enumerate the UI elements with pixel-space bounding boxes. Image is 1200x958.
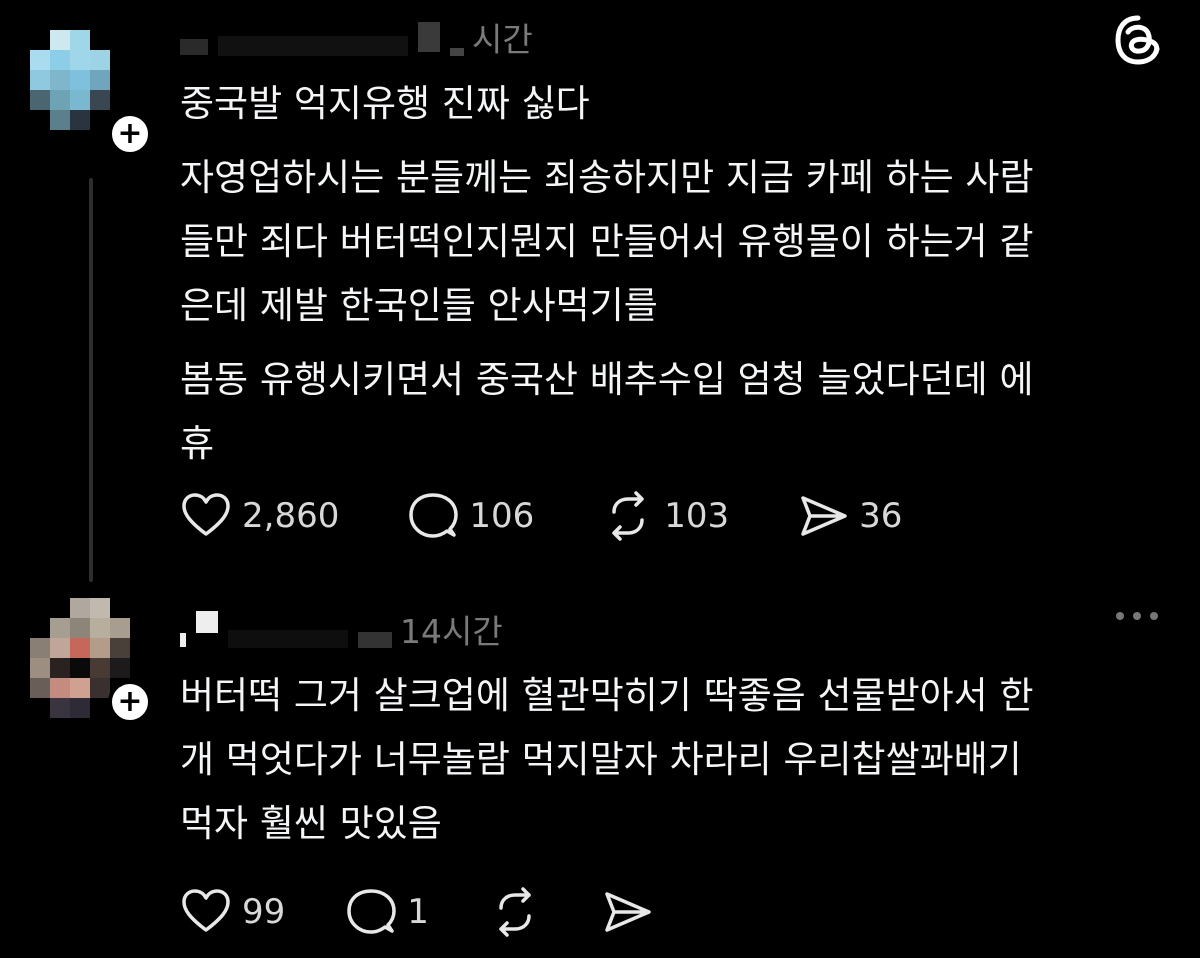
repost-button[interactable] bbox=[489, 886, 541, 938]
thread-post: + 14시간 버터떡 그거 살크업에 혈관막히기 딱좋음 선물받아서 한 개 먹… bbox=[0, 0, 1200, 958]
share-button[interactable] bbox=[601, 886, 653, 938]
like-button[interactable]: 99 bbox=[180, 886, 285, 938]
repost-icon bbox=[499, 887, 531, 937]
text-line: 먹자 훨씬 맛있음 bbox=[180, 802, 442, 845]
follow-plus-button[interactable]: + bbox=[108, 680, 152, 724]
text-line: 개 먹엇다가 너무놀람 먹지말자 차라리 우리찹쌀꽈배기 bbox=[180, 738, 1022, 781]
post-actions: 99 1 bbox=[180, 886, 721, 938]
reply-count: 1 bbox=[407, 892, 429, 932]
avatar-container[interactable]: + bbox=[30, 598, 152, 724]
post-text: 버터떡 그거 살크업에 혈관막히기 딱좋음 선물받아서 한 개 먹엇다가 너무놀… bbox=[180, 664, 1034, 856]
like-count: 99 bbox=[242, 892, 286, 932]
text-line: 버터떡 그거 살크업에 혈관막히기 딱좋음 선물받아서 한 bbox=[180, 674, 1034, 717]
comment-icon bbox=[347, 889, 397, 934]
post-time: 14시간 bbox=[400, 612, 503, 651]
more-options-icon[interactable] bbox=[1116, 612, 1158, 620]
heart-icon bbox=[182, 889, 230, 932]
username[interactable] bbox=[180, 610, 392, 648]
post-meta: 14시간 bbox=[180, 604, 503, 654]
send-icon bbox=[605, 892, 651, 932]
reply-button[interactable]: 1 bbox=[345, 886, 429, 938]
